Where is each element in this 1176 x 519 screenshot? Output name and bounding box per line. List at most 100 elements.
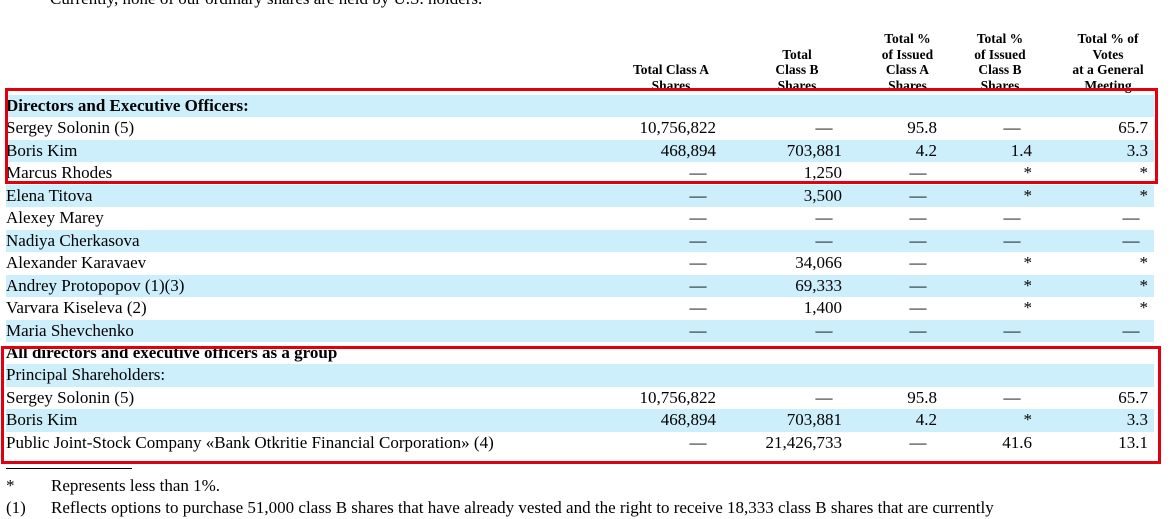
column-header-line: at a General <box>1072 62 1144 77</box>
table-cell: * <box>1139 185 1149 205</box>
row-label: Directors and Executive Officers: <box>6 96 249 115</box>
footnote-mark: * <box>6 476 15 495</box>
footnote-2: (1) Reflects options to purchase 51,000 c… <box>6 497 994 519</box>
table-row: Principal Shareholders: <box>6 364 1154 387</box>
table-cell: 703,881 <box>786 410 842 430</box>
footnote-text: Represents less than 1%. <box>51 476 221 495</box>
table-cell: 10,756,822 <box>639 387 717 407</box>
column-header-line: Shares <box>777 77 817 93</box>
column-header-line: Total % <box>884 31 931 46</box>
column-header-line: Shares <box>980 77 1020 93</box>
table-cell: 4.2 <box>915 140 937 160</box>
table-row: Directors and Executive Officers: <box>6 95 1154 118</box>
table-row: Nadiya Cherkasova — — — — — <box>6 229 1154 253</box>
row-label: Public Joint-Stock Company «Bank Otkriti… <box>6 432 494 452</box>
row-label: Alexey Marey <box>6 208 104 228</box>
table-cell: 34,066 <box>795 253 842 273</box>
column-header-line: Class B <box>978 62 1022 77</box>
table-cell: 13.1 <box>1118 432 1148 452</box>
table-row: All directors and executive officers as … <box>6 342 1154 364</box>
table-cell: — <box>1003 208 1021 228</box>
table-row: Maria Shevchenko — — — — — <box>6 319 1154 342</box>
table-cell: 95.8 <box>907 387 937 407</box>
table-row: Marcus Rhodes — 1,250 — * * <box>6 162 1154 184</box>
row-label: Maria Shevchenko <box>6 320 134 340</box>
table-cell: * <box>1023 163 1033 183</box>
column-header-line: Total % <box>976 31 1024 46</box>
column-header-5: Total % of Votes at a General Meeting <box>1063 31 1153 97</box>
table-cell: — <box>909 185 927 205</box>
column-header-line: Class A <box>885 62 930 77</box>
row-label: Boris Kim <box>6 410 78 430</box>
table-cell: — <box>689 432 707 452</box>
table-cell: * <box>1139 298 1149 318</box>
footnote-mark: (1) <box>6 498 26 517</box>
intro-text: Currently, none of our ordinary shares a… <box>50 0 482 9</box>
table-row: Alexey Marey — — — — — <box>6 207 1154 229</box>
table-row: Alexander Karavaev — 34,066 — * * <box>6 252 1154 274</box>
table-cell: — <box>909 320 927 340</box>
table-cell: — <box>909 163 927 183</box>
table-cell: — <box>689 253 707 273</box>
table-cell: — <box>909 253 927 273</box>
table-cell: — <box>815 230 833 250</box>
footnote-rule <box>6 468 132 469</box>
column-header-line: Total Class A <box>632 62 710 77</box>
table-cell: — <box>1003 230 1021 250</box>
column-header-line: Total <box>782 46 812 62</box>
column-header-line: of Issued <box>881 46 934 62</box>
table-row: Elena Titova — 3,500 — * * <box>6 184 1154 208</box>
table-cell: 1,400 <box>803 298 842 318</box>
row-label: Elena Titova <box>6 185 93 205</box>
table-cell: 4.2 <box>915 410 937 430</box>
table-cell: * <box>1023 185 1033 205</box>
table-cell: — <box>1003 387 1021 407</box>
table-cell: 468,894 <box>660 410 716 430</box>
column-header-line: Meeting <box>1084 77 1132 93</box>
table-cell: 65.7 <box>1118 387 1148 407</box>
table-cell: 1.4 <box>1010 140 1032 160</box>
row-label: Varvara Kiseleva (2) <box>6 298 147 318</box>
table-cell: — <box>689 185 707 205</box>
table-cell: — <box>689 230 707 250</box>
table-cell: — <box>909 432 927 452</box>
table-cell: — <box>689 163 707 183</box>
table-cell: — <box>1122 320 1140 340</box>
table-row: Varvara Kiseleva (2) — 1,400 — * * <box>6 297 1154 319</box>
table-cell: — <box>815 387 833 407</box>
column-header-line: of Issued <box>974 46 1026 62</box>
table-cell: 69,333 <box>795 275 842 295</box>
table-cell: 3.3 <box>1126 410 1148 430</box>
table-cell: — <box>909 208 927 228</box>
column-header-2: Total Class B Shares <box>752 33 842 97</box>
table-cell: 468,894 <box>660 140 716 160</box>
table-cell: * <box>1023 253 1033 273</box>
row-label: Principal Shareholders: <box>6 365 166 385</box>
table-row: Boris Kim 468,894 703,881 4.2 * 3.3 <box>6 409 1154 432</box>
table-cell: — <box>815 118 833 138</box>
column-header-line: Shares <box>888 77 927 93</box>
row-label: Boris Kim <box>6 140 78 160</box>
footnote-1: * Represents less than 1%. <box>6 475 220 497</box>
table-cell: * <box>1139 163 1149 183</box>
table-cell: — <box>1122 208 1140 228</box>
table-cell: 10,756,822 <box>639 118 717 138</box>
table-cell: 3.3 <box>1126 140 1148 160</box>
table-cell: — <box>1122 230 1140 250</box>
table-row: Boris Kim 468,894 703,881 4.2 1.4 3.3 <box>6 139 1154 163</box>
table-cell: 703,881 <box>786 140 842 160</box>
table-cell: 1,250 <box>803 163 842 183</box>
row-label: Sergey Solonin (5) <box>6 118 135 138</box>
table-cell: — <box>909 230 927 250</box>
table-cell: — <box>689 275 707 295</box>
row-label: All directors and executive officers as … <box>6 342 338 362</box>
table-cell: 3,500 <box>803 185 842 205</box>
table-cell: 21,426,733 <box>765 432 843 452</box>
column-header-line: Shares <box>651 77 691 93</box>
row-label: Marcus Rhodes <box>6 163 113 183</box>
footnote-text: Reflects options to purchase 51,000 clas… <box>51 498 994 517</box>
table-row: Public Joint-Stock Company «Bank Otkriti… <box>6 432 1154 454</box>
table-cell: * <box>1023 275 1033 295</box>
table-cell: — <box>909 275 927 295</box>
table-cell: * <box>1139 253 1149 273</box>
